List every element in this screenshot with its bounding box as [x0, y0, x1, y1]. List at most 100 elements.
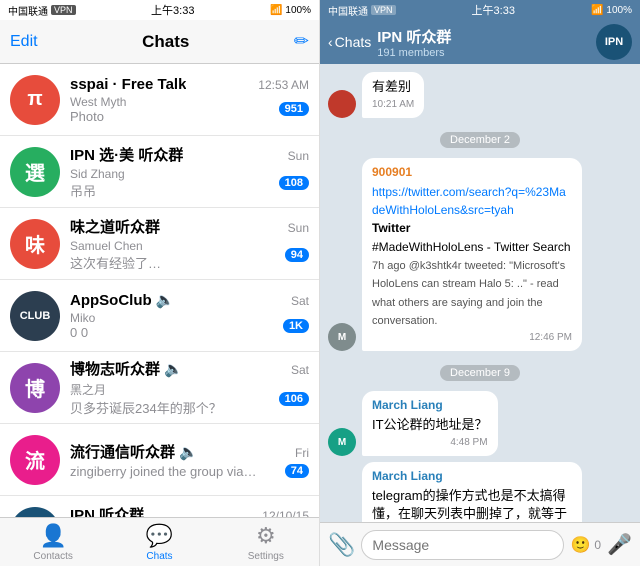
chat-time: Sun [288, 149, 309, 163]
left-status-bar: 中国联通 VPN 上午3:33 📶 100% [0, 0, 319, 20]
tab-icon: 👤 [39, 523, 66, 549]
message-row: M March Liang telegram的操作方式也是不太搞得懂，在聊天列表… [328, 462, 632, 522]
message-bubble: March Liang IT公论群的地址是？ 4:48 PM [362, 391, 498, 456]
chat-avatar: 選 [10, 147, 60, 197]
edit-button[interactable]: Edit [10, 33, 38, 51]
emoji-icon[interactable]: 0 [594, 538, 601, 552]
chat-list-item[interactable]: IPN IPN 听众群 12/10/15 Nick 并不是 [0, 496, 319, 517]
chat-badge: 108 [279, 176, 309, 190]
chat-bottom: Samuel Chen 这次有经验了… 94 [70, 239, 309, 272]
right-signal-icon: 📶 [591, 5, 603, 16]
chat-badge: 74 [285, 464, 309, 478]
chat-top: sspai · Free Talk 12:53 AM [70, 76, 309, 93]
msg-link-desc: 7h ago @k3shtk4r tweeted: "Microsoft's H… [372, 260, 565, 327]
tab-icon: ⚙ [256, 523, 276, 549]
chat-header-members: 191 members [377, 47, 590, 59]
chat-name: IPN 听众群 [70, 504, 144, 518]
chat-top: AppSoClub 🔈 Sat [70, 291, 309, 309]
msg-text: 有差别 [372, 79, 411, 94]
chat-top: 流行通信听众群 🔈 Fri [70, 441, 309, 462]
battery-text: 100% [285, 5, 311, 16]
chat-content: 流行通信听众群 🔈 Fri zingiberry joined the grou… [70, 441, 309, 479]
chat-content: sspai · Free Talk 12:53 AM West Myth Pho… [70, 76, 309, 124]
chat-list-item[interactable]: π sspai · Free Talk 12:53 AM West Myth P… [0, 64, 319, 136]
compose-button[interactable]: ✏ [294, 31, 309, 52]
chat-list-item[interactable]: 流 流行通信听众群 🔈 Fri zingiberry joined the gr… [0, 424, 319, 496]
chat-content: 博物志听众群 🔈 Sat 黑之月 贝多芬诞辰234年的那个？ 106 [70, 358, 309, 417]
message-row: M 900901 https://twitter.com/search?q=%2… [328, 158, 632, 351]
msg-time: 4:48 PM [372, 436, 488, 450]
message-row: M March Liang IT公论群的地址是？ 4:48 PM [328, 391, 632, 456]
right-status-bar: 中国联通 VPN 上午3:33 📶 100% [320, 0, 640, 20]
mic-button[interactable]: 🎤 [607, 532, 632, 557]
chat-preview: 这次有经验了… [70, 253, 260, 272]
left-nav-bar: Edit Chats ✏ [0, 20, 319, 64]
chevron-left-icon: ‹ [328, 34, 333, 50]
chat-list-item[interactable]: 博 博物志听众群 🔈 Sat 黑之月 贝多芬诞辰234年的那个？ 106 [0, 352, 319, 424]
msg-link[interactable]: https://twitter.com/search?q=%23MadeWith… [372, 185, 566, 217]
msg-avatar [328, 90, 356, 118]
tab-chats[interactable]: 💬 Chats [119, 523, 199, 562]
chat-sub: Sid Zhang [70, 167, 230, 181]
date-divider: December 2 [328, 130, 632, 148]
tab-settings[interactable]: ⚙ Settings [226, 523, 306, 562]
chat-name: 流行通信听众群 🔈 [70, 441, 198, 462]
chat-top: IPN 听众群 12/10/15 [70, 504, 309, 518]
chat-name: sspai · Free Talk [70, 76, 186, 93]
chat-time: Sun [288, 221, 309, 235]
chat-list-item[interactable]: 味 味之道听众群 Sun Samuel Chen 这次有经验了… 94 [0, 208, 319, 280]
chat-preview: zingiberry joined the group via invite l… [70, 464, 260, 479]
message-input[interactable] [361, 530, 564, 560]
chat-bottom: Miko 0 0 1K [70, 311, 309, 340]
chat-name: 博物志听众群 🔈 [70, 358, 183, 379]
chat-avatar: 味 [10, 219, 60, 269]
tab-contacts[interactable]: 👤 Contacts [13, 523, 93, 562]
msg-sender: March Liang [372, 397, 488, 414]
chat-header-name: IPN 听众群 [377, 26, 590, 47]
chat-sub: West Myth [70, 95, 230, 109]
chat-list-item[interactable]: 選 IPN 选·美 听众群 Sun Sid Zhang 吊吊 108 [0, 136, 319, 208]
msg-time: 12:46 PM [372, 331, 572, 345]
chat-sub: Miko [70, 311, 230, 325]
date-label: December 9 [440, 365, 520, 381]
messages-area: 有差别 10:21 AM December 2 M 900901 https://… [320, 64, 640, 522]
left-status-time: 上午3:33 [151, 2, 194, 18]
chat-list: π sspai · Free Talk 12:53 AM West Myth P… [0, 64, 319, 517]
input-icons: 🙂 0 [570, 535, 601, 555]
signal-icon: 📶 [270, 5, 282, 16]
chat-list-item[interactable]: CLUB AppSoClub 🔈 Sat Miko 0 0 1K [0, 280, 319, 352]
back-button[interactable]: ‹ Chats [328, 34, 371, 50]
right-chat-avatar: IPN [596, 24, 632, 60]
msg-time: 10:21 AM [372, 98, 414, 112]
vpn-badge: VPN [51, 5, 76, 15]
chat-bottom: zingiberry joined the group via invite l… [70, 464, 309, 479]
message-bubble: March Liang telegram的操作方式也是不太搞得懂，在聊天列表中删… [362, 462, 582, 522]
right-battery: 100% [606, 5, 632, 16]
chat-top: IPN 选·美 听众群 Sun [70, 144, 309, 165]
msg-avatar: M [328, 323, 356, 351]
msg-text: telegram的操作方式也是不太搞得懂，在聊天列表中删掉了，就等于从群里退出了… [372, 488, 567, 522]
chat-time: Fri [295, 446, 309, 460]
right-status-right: 📶 100% [591, 5, 632, 16]
right-nav-bar: ‹ Chats IPN 听众群 191 members IPN [320, 20, 640, 64]
attach-button[interactable]: 📎 [328, 532, 355, 558]
chat-header-info: IPN 听众群 191 members [377, 26, 590, 59]
chat-time: 12/10/15 [262, 509, 309, 518]
chat-bottom: Sid Zhang 吊吊 108 [70, 167, 309, 200]
tab-label: Chats [146, 551, 172, 562]
chat-preview: 吊吊 [70, 181, 260, 200]
chat-time: 12:53 AM [258, 78, 309, 92]
chat-avatar: 流 [10, 435, 60, 485]
right-vpn: VPN [371, 5, 396, 15]
date-divider: December 9 [328, 363, 632, 381]
tab-bar: 👤 Contacts 💬 Chats ⚙ Settings [0, 517, 319, 566]
chat-content: IPN 选·美 听众群 Sun Sid Zhang 吊吊 108 [70, 144, 309, 200]
chat-badge: 94 [285, 248, 309, 262]
chat-content: IPN 听众群 12/10/15 Nick 并不是 [70, 504, 309, 518]
message-bubble: 900901 https://twitter.com/search?q=%23M… [362, 158, 582, 351]
chats-title: Chats [142, 32, 189, 52]
chat-name: IPN 选·美 听众群 [70, 144, 183, 165]
chat-badge: 1K [283, 319, 309, 333]
sticker-icon[interactable]: 🙂 [570, 535, 590, 555]
chat-time: Sat [291, 363, 309, 377]
